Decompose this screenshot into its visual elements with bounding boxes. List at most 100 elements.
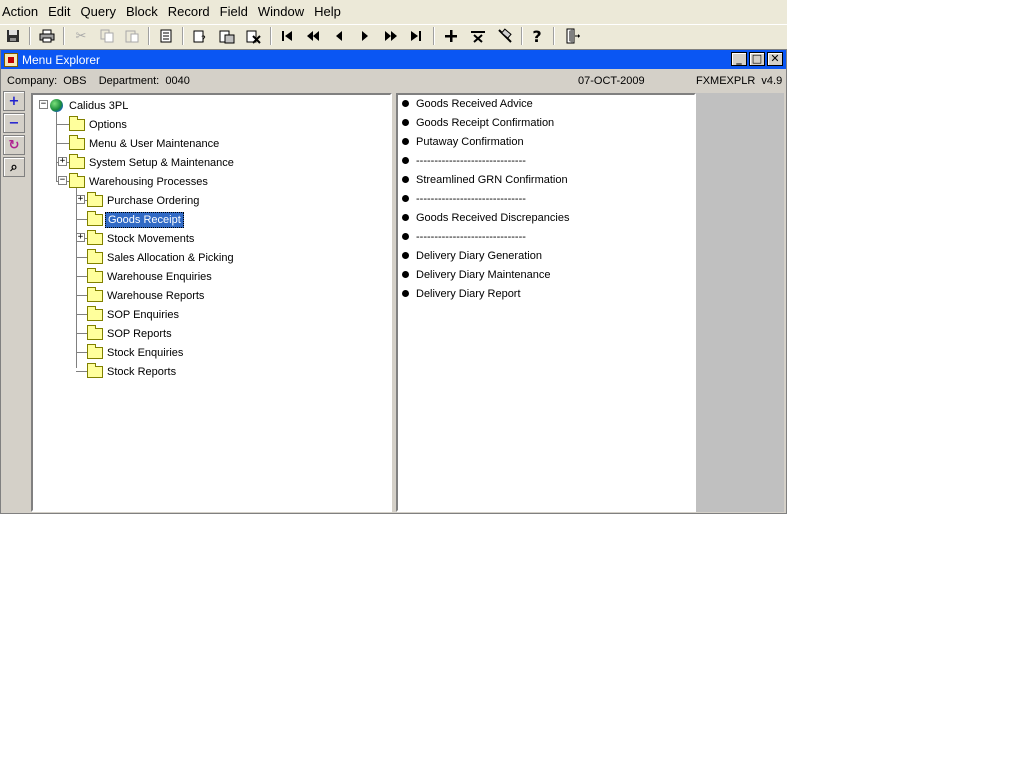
menu-edit[interactable]: Edit [46, 0, 75, 24]
list-item[interactable]: Streamlined GRN Confirmation [416, 171, 568, 190]
menu-query-label: Query [80, 4, 116, 19]
tree-item-menu-user-maintenance[interactable]: Menu & User Maintenance [69, 134, 221, 153]
tree-item-warehouse-reports[interactable]: Warehouse Reports [87, 286, 206, 305]
refresh-icon[interactable]: ↻ [3, 135, 25, 155]
menu-action[interactable]: Action [0, 0, 43, 24]
menu-help[interactable]: Help [312, 0, 346, 24]
folder-icon [69, 134, 85, 150]
tree-item-label-selected: Goods Receipt [105, 211, 184, 228]
tree-item-options[interactable]: Options [69, 115, 129, 134]
tree-item-sop-reports[interactable]: SOP Reports [87, 324, 174, 343]
collapse-warehousing-icon[interactable]: − [58, 176, 67, 185]
cut-icon[interactable]: ✂ [70, 26, 92, 46]
folder-icon [87, 324, 103, 340]
list-item[interactable]: Delivery Diary Report [416, 285, 521, 304]
clear-form-icon[interactable] [155, 26, 177, 46]
tree-item-stock-enquiries[interactable]: Stock Enquiries [87, 343, 185, 362]
folder-icon [87, 286, 103, 302]
enter-query-icon[interactable]: ? [190, 26, 212, 46]
menu-field[interactable]: Field [218, 0, 253, 24]
list-item[interactable]: Goods Received Advice [416, 95, 533, 114]
delete-record-icon[interactable] [467, 26, 489, 46]
bullet-icon [402, 233, 409, 240]
next-record-icon[interactable] [354, 26, 376, 46]
tree-item-label: Warehousing Processes [89, 175, 208, 188]
clear-record-icon[interactable] [494, 26, 516, 46]
folder-icon [87, 343, 103, 359]
folder-icon [87, 191, 103, 207]
bullet-icon [402, 119, 409, 126]
paste-icon[interactable] [121, 26, 143, 46]
tree-item-warehouse-enquiries[interactable]: Warehouse Enquiries [87, 267, 214, 286]
collapse-root-icon[interactable]: − [39, 100, 48, 109]
bullet-icon [402, 195, 409, 202]
tree-root[interactable]: Calidus 3PL [50, 96, 130, 115]
empty-side-panel [696, 93, 784, 512]
window-titlebar[interactable]: Menu Explorer _ □ ✕ [1, 50, 786, 69]
list-separator: ------------------------------ [416, 193, 526, 205]
tree-item-label: Stock Movements [107, 232, 195, 245]
list-item[interactable]: Putaway Confirmation [416, 133, 524, 152]
tree-item-goods-receipt[interactable]: Goods Receipt [87, 210, 184, 229]
previous-block-icon[interactable] [302, 26, 324, 46]
side-toolbar: + − ↻ ⌕ [3, 91, 27, 511]
tree-item-stock-reports[interactable]: Stock Reports [87, 362, 178, 381]
refresh-glyph: ↻ [8, 137, 20, 153]
first-record-icon[interactable] [276, 26, 298, 46]
tree-item-system-setup[interactable]: System Setup & Maintenance [69, 153, 236, 172]
tree-item-stock-movements[interactable]: Stock Movements [87, 229, 196, 248]
collapse-all-icon[interactable]: − [3, 113, 25, 133]
menu-window-label: Window [257, 4, 305, 19]
menu-edit-label: Edit [48, 4, 71, 19]
list-item[interactable]: Delivery Diary Generation [416, 247, 542, 266]
open-folder-icon [69, 172, 85, 188]
close-button[interactable]: ✕ [767, 52, 783, 66]
maximize-button[interactable]: □ [749, 52, 765, 66]
svg-text:?: ? [201, 35, 206, 44]
folder-icon [87, 362, 103, 378]
last-record-icon[interactable] [405, 26, 427, 46]
list-separator: ------------------------------ [416, 155, 526, 167]
app-icon [4, 52, 18, 67]
tree-item-sop-enquiries[interactable]: SOP Enquiries [87, 305, 181, 324]
menu-options-panel[interactable]: Goods Received Advice Goods Receipt Conf… [396, 93, 696, 512]
expand-stock-movements-icon[interactable]: + [76, 233, 85, 242]
print-icon[interactable] [36, 26, 58, 46]
expand-purchase-ordering-icon[interactable]: + [76, 195, 85, 204]
list-item[interactable]: Delivery Diary Maintenance [416, 266, 551, 285]
folder-icon [87, 305, 103, 321]
bullet-icon [402, 157, 409, 164]
tree-item-label: Menu & User Maintenance [89, 137, 220, 150]
save-icon[interactable] [2, 26, 24, 46]
tree-item-label: Stock Enquiries [107, 346, 184, 359]
execute-query-icon[interactable] [216, 26, 238, 46]
list-item[interactable]: Goods Received Discrepancies [416, 209, 569, 228]
menu-window[interactable]: Window [256, 0, 309, 24]
tree-root-label: Calidus 3PL [69, 99, 129, 112]
bullet-icon [402, 271, 409, 278]
help-icon[interactable]: ? [526, 26, 548, 46]
insert-record-icon[interactable] [440, 26, 462, 46]
menu-tree-panel[interactable]: − + − + + Calidus 3PL Options Menu & Use… [31, 93, 392, 512]
folder-icon [87, 229, 103, 245]
previous-record-icon[interactable] [328, 26, 350, 46]
menu-block[interactable]: Block [124, 0, 163, 24]
exit-icon[interactable] [562, 26, 584, 46]
list-item[interactable]: Goods Receipt Confirmation [416, 114, 554, 133]
tree-item-label: System Setup & Maintenance [89, 156, 234, 169]
next-block-icon[interactable] [380, 26, 402, 46]
tree-item-purchase-ordering[interactable]: Purchase Ordering [87, 191, 201, 210]
search-icon[interactable]: ⌕ [3, 157, 25, 177]
expand-all-icon[interactable]: + [3, 91, 25, 111]
expand-system-setup-icon[interactable]: + [58, 157, 67, 166]
menu-query[interactable]: Query [79, 0, 121, 24]
menu-block-label: Block [125, 4, 158, 19]
menu-record[interactable]: Record [166, 0, 215, 24]
folder-icon [87, 267, 103, 283]
copy-icon[interactable] [96, 26, 118, 46]
minimize-button[interactable]: _ [731, 52, 747, 66]
tree-item-warehousing-processes[interactable]: Warehousing Processes [69, 172, 210, 191]
cancel-query-icon[interactable] [243, 26, 265, 46]
help-glyph: ? [532, 26, 542, 46]
tree-item-sales-allocation[interactable]: Sales Allocation & Picking [87, 248, 236, 267]
